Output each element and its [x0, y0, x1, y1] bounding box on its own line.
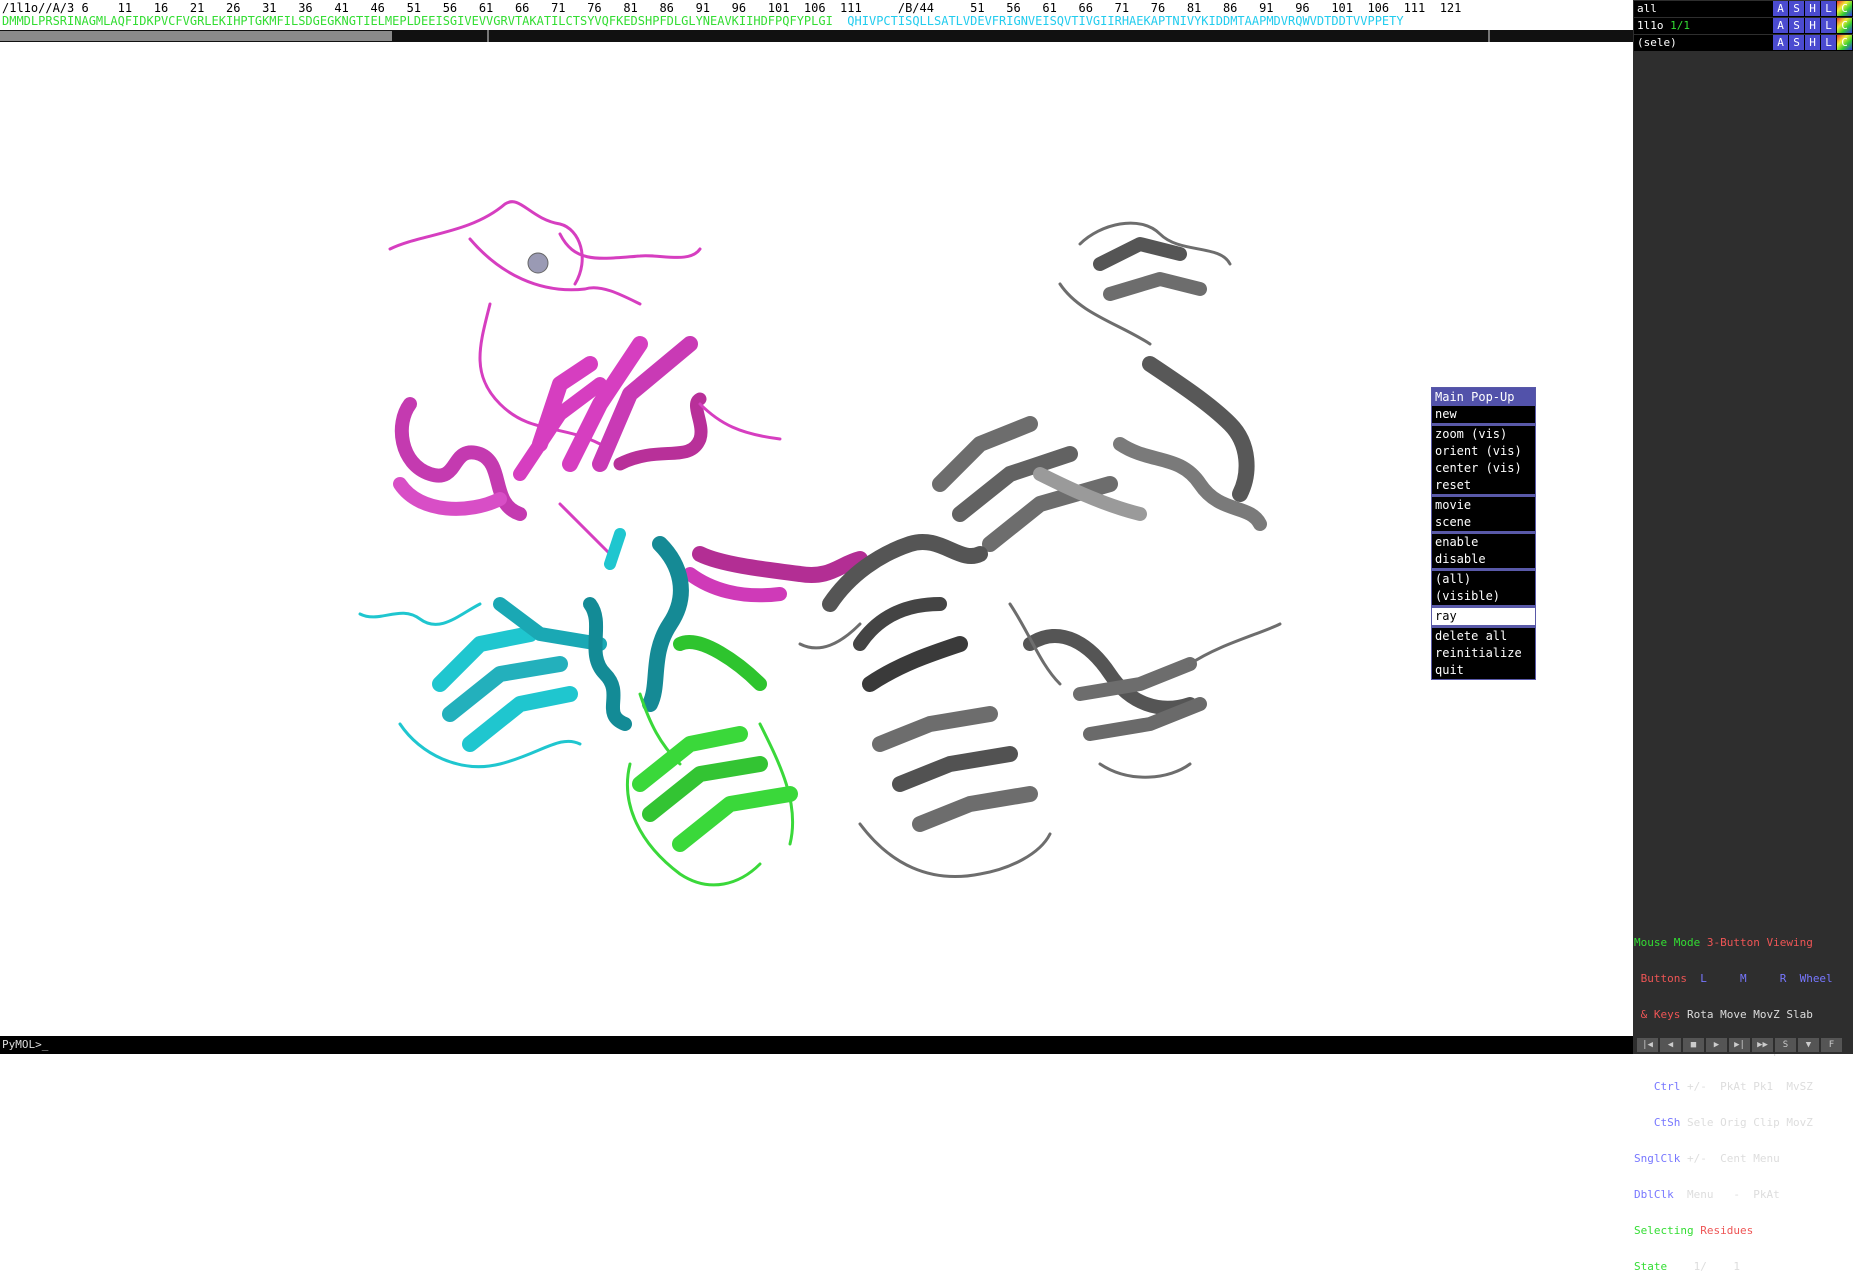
- menu-item-ray[interactable]: ray: [1432, 608, 1535, 625]
- object-name[interactable]: all: [1637, 1, 1657, 17]
- object-buttons: A S H L C: [1773, 35, 1852, 51]
- sequence-scrollbar[interactable]: [0, 30, 1633, 42]
- sequence-chain-b[interactable]: QHIVPCTISQLLSATLVDEVFRIGNVEISQVTIVGIIRHA…: [847, 14, 1403, 28]
- state-label: State: [1634, 1260, 1668, 1273]
- menu-item-disable[interactable]: disable: [1432, 551, 1535, 568]
- show-button[interactable]: S: [1789, 1, 1804, 16]
- double-click-label: DblClk: [1634, 1188, 1674, 1201]
- chain-cyan-domain: [358, 528, 689, 769]
- menu-item-new[interactable]: new: [1432, 406, 1535, 423]
- sequence-chain-divider: [1488, 30, 1490, 42]
- main-popup-menu: Main Pop-Up new zoom (vis) orient (vis) …: [1431, 387, 1536, 680]
- sequence-scroll-thumb[interactable]: [0, 31, 392, 41]
- object-buttons: A S H L C: [1773, 1, 1852, 17]
- selecting-label: Selecting: [1634, 1224, 1701, 1237]
- stop-button[interactable]: ■: [1683, 1038, 1704, 1052]
- keys-label: & Keys: [1634, 1008, 1681, 1021]
- menu-item-center[interactable]: center (vis): [1432, 460, 1535, 477]
- color-button[interactable]: C: [1837, 1, 1852, 16]
- command-input[interactable]: PyMOL>_: [0, 1036, 1635, 1054]
- hide-button[interactable]: H: [1805, 18, 1820, 33]
- menu-item-movie[interactable]: movie: [1432, 497, 1535, 514]
- full-screen-button[interactable]: F: [1821, 1038, 1842, 1052]
- label-button[interactable]: L: [1821, 35, 1836, 50]
- color-button[interactable]: C: [1837, 18, 1852, 33]
- double-click-values: Menu - PkAt: [1673, 1188, 1780, 1201]
- show-button[interactable]: S: [1789, 35, 1804, 50]
- ctrl-values: +/- PkAt Pk1 MvSZ: [1680, 1080, 1813, 1093]
- sequence-chain-divider: [487, 30, 489, 42]
- menu-item-zoom[interactable]: zoom (vis): [1432, 426, 1535, 443]
- object-state: 1/1: [1670, 19, 1690, 32]
- menu-item-reinitialize[interactable]: reinitialize: [1432, 645, 1535, 662]
- action-button[interactable]: A: [1773, 35, 1788, 50]
- step-forward-button[interactable]: ▶|: [1729, 1038, 1750, 1052]
- object-row-1l1o[interactable]: 1l1o 1/1 A S H L C: [1634, 18, 1853, 34]
- molecular-viewport[interactable]: [0, 44, 1633, 1036]
- selecting-mode[interactable]: Residues: [1700, 1224, 1753, 1237]
- ctrl-label: Ctrl: [1634, 1080, 1681, 1093]
- menu-down-button[interactable]: ▼: [1798, 1038, 1819, 1052]
- protein-cartoon: [358, 200, 1282, 887]
- object-name[interactable]: 1l1o 1/1: [1637, 18, 1690, 34]
- end-button[interactable]: ▶▶: [1752, 1038, 1773, 1052]
- popup-title: Main Pop-Up: [1432, 388, 1535, 406]
- sequence-ruler: /1l1o//A/3 6 11 16 21 26 31 36 41 46 51 …: [2, 1, 1462, 15]
- ion-sphere: [527, 252, 549, 274]
- menu-item-enable[interactable]: enable: [1432, 534, 1535, 551]
- movie-controls: |◀ ◀ ■ ▶ ▶| ▶▶ S ▼ F: [1634, 1036, 1853, 1054]
- color-button[interactable]: C: [1837, 35, 1852, 50]
- sequence-viewer[interactable]: /1l1o//A/3 6 11 16 21 26 31 36 41 46 51 …: [0, 0, 1633, 44]
- menu-item-orient[interactable]: orient (vis): [1432, 443, 1535, 460]
- play-button[interactable]: ▶: [1706, 1038, 1727, 1052]
- ctrl-shift-label: CtSh: [1634, 1116, 1681, 1129]
- single-click-label: SnglClk: [1634, 1152, 1681, 1165]
- action-button[interactable]: A: [1773, 1, 1788, 16]
- step-back-button[interactable]: ◀: [1660, 1038, 1681, 1052]
- menu-item-visible[interactable]: (visible): [1432, 588, 1535, 605]
- object-row-sele[interactable]: (sele) A S H L C: [1634, 35, 1853, 51]
- object-row-all[interactable]: all A S H L C: [1634, 1, 1853, 17]
- buttons-label: Buttons: [1634, 972, 1687, 985]
- label-button[interactable]: L: [1821, 1, 1836, 16]
- single-click-values: +/- Cent Menu: [1680, 1152, 1780, 1165]
- ctrl-shift-values: Sele Orig Clip MovZ: [1680, 1116, 1813, 1129]
- object-name[interactable]: (sele): [1637, 35, 1677, 51]
- show-button[interactable]: S: [1789, 18, 1804, 33]
- object-panel: all A S H L C 1l1o 1/1 A S H L C (sele) …: [1633, 0, 1853, 1054]
- menu-item-delete-all[interactable]: delete all: [1432, 628, 1535, 645]
- buttons-columns: L M R Wheel: [1686, 972, 1833, 985]
- hide-button[interactable]: H: [1805, 35, 1820, 50]
- mouse-mode-legend[interactable]: Mouse Mode 3-Button Viewing Buttons L M …: [1634, 913, 1853, 1273]
- keys-values: Rota Move MovZ Slab: [1680, 1008, 1813, 1021]
- label-button[interactable]: L: [1821, 18, 1836, 33]
- mouse-mode-value[interactable]: 3-Button Viewing: [1707, 936, 1813, 949]
- mouse-mode-title: Mouse Mode: [1634, 936, 1707, 949]
- object-buttons: A S H L C: [1773, 18, 1852, 34]
- menu-item-all[interactable]: (all): [1432, 571, 1535, 588]
- scene-button[interactable]: S: [1775, 1038, 1796, 1052]
- menu-item-quit[interactable]: quit: [1432, 662, 1535, 679]
- menu-item-scene[interactable]: scene: [1432, 514, 1535, 531]
- sequence-chain-a[interactable]: DMMDLPRSRINAGMLAQFIDKPVCFVGRLEKIHPTGKMFI…: [2, 14, 833, 28]
- state-value: 1/ 1: [1667, 1260, 1740, 1273]
- hide-button[interactable]: H: [1805, 1, 1820, 16]
- rewind-button[interactable]: |◀: [1637, 1038, 1658, 1052]
- chain-gray-domain: [798, 221, 1282, 879]
- action-button[interactable]: A: [1773, 18, 1788, 33]
- sequence-residues[interactable]: DMMDLPRSRINAGMLAQFIDKPVCFVGRLEKIHPTGKMFI…: [2, 14, 1404, 28]
- menu-item-reset[interactable]: reset: [1432, 477, 1535, 494]
